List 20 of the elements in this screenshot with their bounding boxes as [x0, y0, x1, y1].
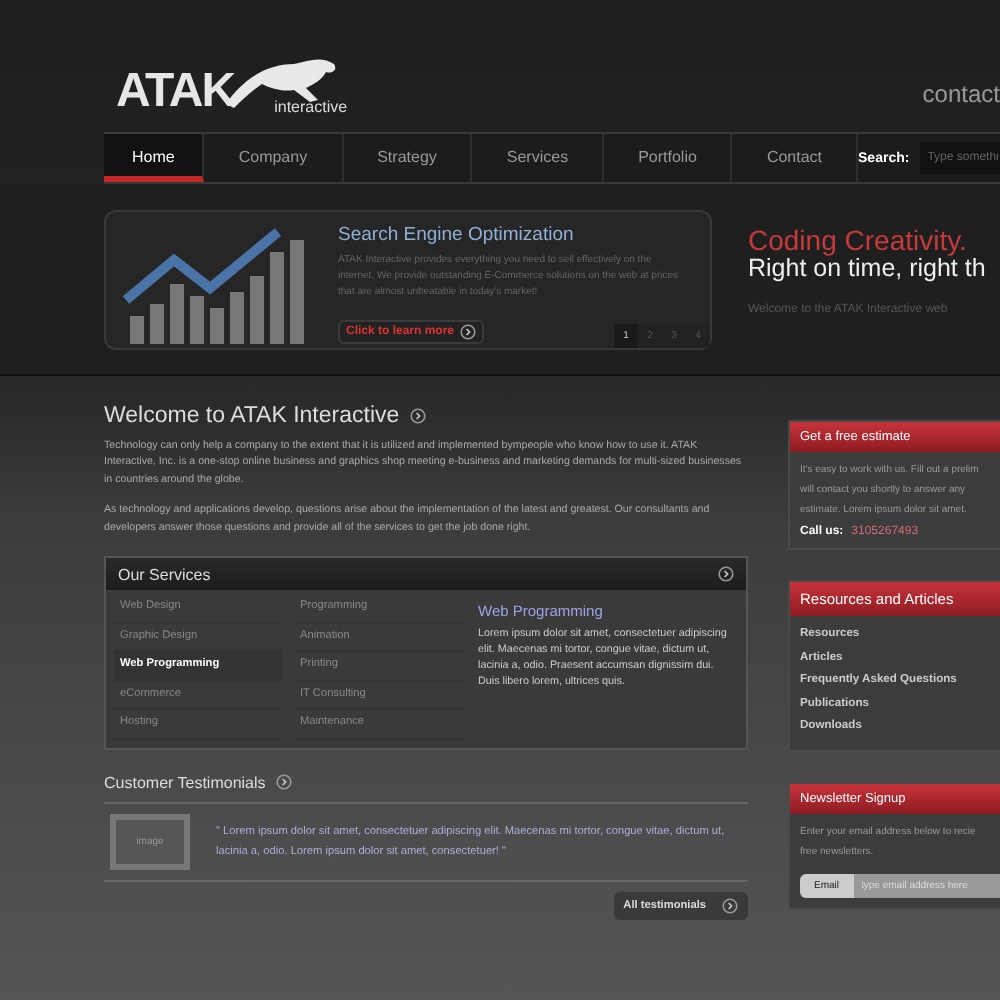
contact-link[interactable]: contact — [922, 80, 1000, 108]
nav-tab[interactable]: Home — [104, 134, 205, 182]
nav-tab[interactable]: Portfolio — [604, 134, 733, 182]
arrow-icon[interactable] — [718, 566, 734, 583]
nav-tab[interactable]: Strategy — [343, 134, 473, 182]
tagline-subline: Right on time, right th — [748, 256, 986, 285]
nav-tab[interactable]: Company — [204, 134, 344, 182]
tagline-headline: Coding Creativity. — [748, 226, 969, 257]
welcome-title: Welcome to ATAK Interactive — [104, 404, 400, 428]
arrow-icon[interactable] — [275, 774, 292, 791]
arrow-icon — [722, 897, 738, 914]
slide-title: Search Engine Optimization — [338, 224, 576, 246]
nav-tab[interactable]: Services — [472, 134, 605, 182]
logo-subtitle: interactive — [274, 98, 348, 116]
arrow-icon — [460, 324, 477, 340]
arrow-icon[interactable] — [409, 408, 426, 424]
logo-wordmark: ATAK — [116, 68, 235, 116]
services-title: Our Services — [118, 565, 211, 584]
testimonials-title: Customer Testimonials — [104, 773, 266, 792]
nav-tab[interactable]: Contact — [732, 134, 859, 182]
